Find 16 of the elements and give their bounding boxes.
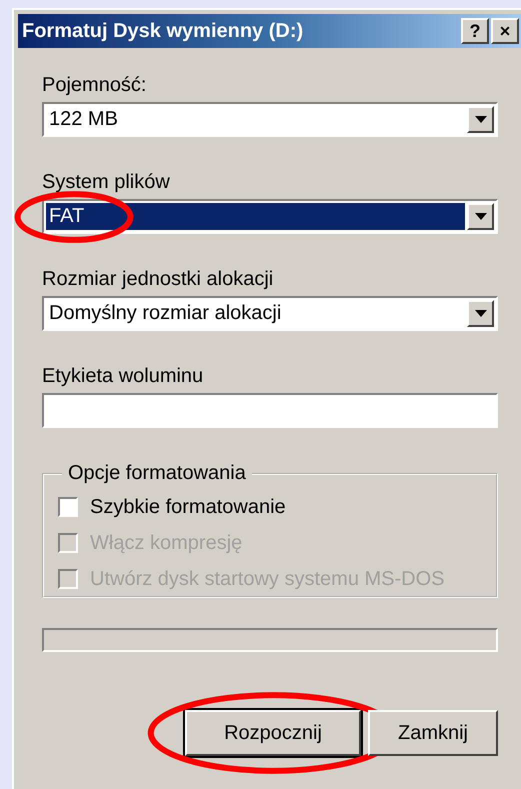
- dialog-button[interactable]: Zamknij: [368, 710, 498, 756]
- dialog-button[interactable]: Rozpocznij: [185, 710, 361, 756]
- field-label: Rozmiar jednostki alokacji: [42, 268, 274, 291]
- checkbox[interactable]: [58, 497, 78, 517]
- dropdown[interactable]: FAT: [42, 199, 498, 234]
- window-title: Formatuj Dysk wymienny (D:): [22, 20, 304, 42]
- checkbox-label: Szybkie formatowanie: [90, 496, 286, 518]
- input-field[interactable]: [42, 393, 498, 428]
- dropdown[interactable]: Domyślny rozmiar alokacji: [42, 296, 498, 331]
- dropdown[interactable]: 122 MB: [42, 102, 498, 137]
- field-label: Pojemność:: [42, 74, 146, 97]
- field-label: Etykieta woluminu: [42, 365, 204, 388]
- help-button[interactable]: ?: [461, 18, 489, 44]
- field-label: System plików: [42, 171, 170, 194]
- close-button[interactable]: ×: [491, 18, 519, 44]
- group-title: Opcje formatowania: [67, 462, 247, 485]
